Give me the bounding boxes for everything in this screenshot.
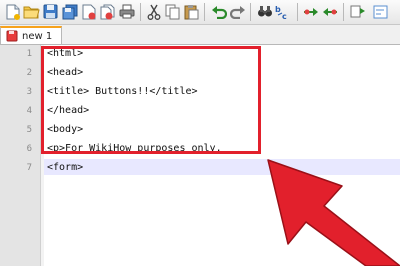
line-number-gutter: 1 2 3 4 5 6 7 xyxy=(0,45,41,266)
line-number: 7 xyxy=(26,163,32,173)
unsaved-file-icon xyxy=(6,30,18,42)
find-icon[interactable] xyxy=(256,3,273,20)
close-all-icon[interactable] xyxy=(99,3,116,20)
save-icon[interactable] xyxy=(42,3,59,20)
line-number: 4 xyxy=(26,106,32,116)
line-number: 3 xyxy=(26,87,32,97)
open-folder-icon[interactable] xyxy=(23,3,40,20)
tab-bar: new 1 xyxy=(0,25,400,45)
print-icon[interactable] xyxy=(118,3,135,20)
save-all-icon[interactable] xyxy=(61,3,78,20)
wrap-icon[interactable] xyxy=(372,3,389,20)
main-toolbar: bc xyxy=(0,0,400,25)
code-line[interactable]: <form> xyxy=(47,159,83,177)
copy-icon[interactable] xyxy=(164,3,181,20)
tab-new-1[interactable]: new 1 xyxy=(0,26,62,44)
highlight-box xyxy=(41,46,261,154)
zoom-out-icon[interactable] xyxy=(321,3,338,20)
undo-icon[interactable] xyxy=(210,3,227,20)
sync-scroll-icon[interactable] xyxy=(349,3,366,20)
line-number: 5 xyxy=(26,125,32,135)
redo-icon[interactable] xyxy=(229,3,246,20)
replace-icon[interactable]: bc xyxy=(275,3,292,20)
line-number: 6 xyxy=(26,144,32,154)
zoom-in-icon[interactable] xyxy=(302,3,319,20)
svg-text:c: c xyxy=(282,12,287,20)
close-icon[interactable] xyxy=(80,3,97,20)
new-file-icon[interactable] xyxy=(4,3,21,20)
paste-icon[interactable] xyxy=(183,3,200,20)
cut-icon[interactable] xyxy=(145,3,162,20)
pointer-arrow-icon xyxy=(267,159,400,266)
svg-text:b: b xyxy=(275,5,281,14)
line-number: 1 xyxy=(26,49,32,59)
tab-label: new 1 xyxy=(22,30,53,42)
line-number: 2 xyxy=(26,68,32,78)
